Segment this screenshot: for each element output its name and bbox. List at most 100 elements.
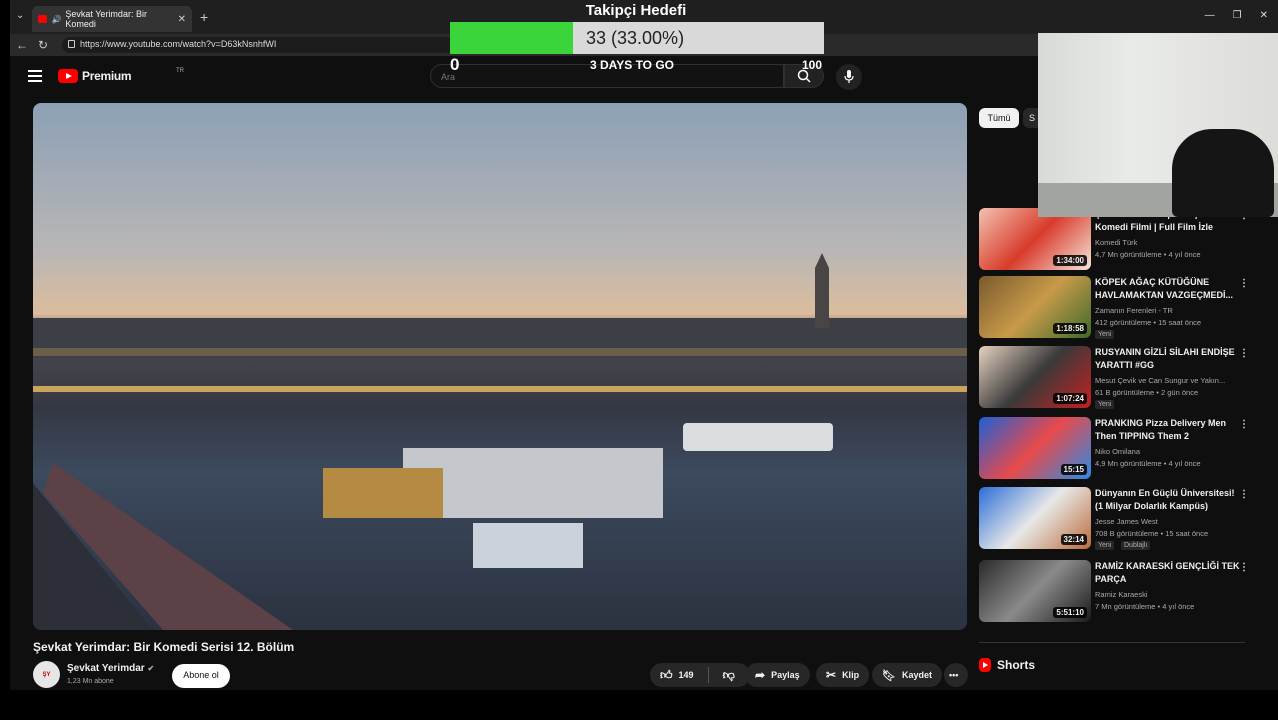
recommendation-title[interactable]: RUSYANIN GİZLİ SİLAHI ENDİŞE YARATTI #GG bbox=[1095, 346, 1243, 372]
video-player[interactable] bbox=[33, 103, 967, 630]
more-vertical-icon[interactable]: ⋮ bbox=[1239, 278, 1249, 289]
browser-tab[interactable]: 🔊 Şevkat Yerimdar: Bir Komedi ✕ bbox=[32, 6, 192, 32]
recommendation-item[interactable]: 1:07:24 RUSYANIN GİZLİ SİLAHI ENDİŞE YAR… bbox=[979, 346, 1249, 410]
more-horizontal-icon: ••• bbox=[949, 670, 959, 680]
like-dislike-group: 👍︎ 149 👎︎ bbox=[650, 663, 750, 687]
lock-icon bbox=[68, 40, 75, 48]
clip-label: Klip bbox=[842, 670, 860, 680]
minimize-icon[interactable]: — bbox=[1205, 10, 1215, 21]
video-thumbnail[interactable]: 1:07:24 bbox=[979, 346, 1091, 408]
shorts-label: Shorts bbox=[997, 658, 1036, 672]
webcam-overlay bbox=[1038, 33, 1278, 217]
shorts-section-header: Shorts bbox=[979, 658, 1035, 672]
duration-badge: 1:07:24 bbox=[1053, 393, 1087, 404]
back-icon[interactable]: ← bbox=[16, 38, 28, 52]
duration-badge: 5:51:10 bbox=[1053, 607, 1087, 618]
recommendation-badge: Yeni bbox=[1095, 400, 1115, 409]
new-tab-icon[interactable]: + bbox=[200, 9, 208, 25]
recommendation-item[interactable]: 32:14 Dünyanın En Güçlü Üniversitesi! (1… bbox=[979, 487, 1249, 551]
recommendation-title[interactable]: KÖPEK AĞAÇ KÜTÜĞÜNE HAVLAMAKTAN VAZGEÇME… bbox=[1095, 276, 1243, 302]
share-button[interactable]: ➦ Paylaş bbox=[745, 663, 810, 687]
recommendation-channel[interactable]: Mesut Çevik ve Can Sungur ve Yakın... bbox=[1095, 375, 1245, 386]
more-actions-button[interactable]: ••• bbox=[944, 663, 968, 687]
close-window-icon[interactable]: ✕ bbox=[1260, 10, 1268, 21]
recommendation-badge: Yeni bbox=[1095, 541, 1115, 550]
thumb-up-icon: 👍︎ bbox=[660, 667, 673, 682]
youtube-favicon-icon bbox=[38, 15, 48, 23]
more-vertical-icon[interactable]: ⋮ bbox=[1239, 489, 1249, 500]
recommendation-channel[interactable]: Jesse James West bbox=[1095, 516, 1245, 527]
recommendation-channel[interactable]: Komedi Türk bbox=[1095, 237, 1245, 248]
thumb-down-icon: 👎︎ bbox=[722, 667, 735, 682]
dislike-button[interactable]: 👎︎ bbox=[715, 668, 735, 683]
tab-title: Şevkat Yerimdar: Bir Komedi bbox=[65, 9, 147, 29]
video-thumbnail[interactable]: 1:34:00 bbox=[979, 208, 1091, 270]
goal-progress-text: 33 (33.00%) bbox=[586, 28, 685, 48]
goal-days-left: 3 DAYS TO GO bbox=[589, 58, 675, 72]
channel-avatar[interactable]: ŞY bbox=[33, 661, 60, 688]
more-vertical-icon[interactable]: ⋮ bbox=[1239, 562, 1249, 573]
video-thumbnail[interactable]: 32:14 bbox=[979, 487, 1091, 549]
youtube-logo[interactable]: Premium TR bbox=[58, 68, 184, 83]
separator bbox=[707, 667, 709, 683]
recommendation-stats: 412 görüntüleme • 15 saat önce bbox=[1095, 318, 1202, 327]
video-thumbnail[interactable]: 15:15 bbox=[979, 417, 1091, 479]
channel-name[interactable]: Şevkat Yerimdar ✔ bbox=[67, 663, 154, 674]
goal-title: Takipçi Hedefi bbox=[585, 2, 687, 19]
recommendation-badge: Yeni bbox=[1095, 330, 1115, 339]
recommendation-title[interactable]: RAMİZ KARAESKİ GENÇLİĞİ TEK PARÇA bbox=[1095, 560, 1243, 586]
recommendation-channel[interactable]: Zamanın Ferenleri - TR bbox=[1095, 305, 1245, 316]
duration-badge: 1:18:58 bbox=[1053, 323, 1087, 334]
recommendation-channel[interactable]: Ramiz Karaeski bbox=[1095, 589, 1245, 600]
video-title: Şevkat Yerimdar: Bir Komedi Serisi 12. B… bbox=[33, 640, 295, 654]
close-tab-icon[interactable]: ✕ bbox=[178, 14, 186, 25]
divider bbox=[979, 642, 1245, 643]
subscribe-button[interactable]: Abone ol bbox=[172, 664, 230, 688]
url-text: https://www.youtube.com/watch?v=D63kNsnh… bbox=[80, 39, 277, 49]
duration-badge: 1:34:00 bbox=[1053, 255, 1087, 266]
recommendation-stats: 4,7 Mn görüntüleme • 4 yıl önce bbox=[1095, 250, 1201, 259]
like-count: 149 bbox=[678, 670, 694, 680]
recommendation-stats: 61 B görüntüleme • 2 gün önce bbox=[1095, 388, 1199, 397]
verified-icon: ✔ bbox=[147, 664, 155, 673]
save-button[interactable]: 🔖︎ Kaydet bbox=[872, 663, 942, 687]
like-button[interactable]: 👍︎ 149 bbox=[650, 668, 694, 683]
subscriber-count: 1,23 Mn abone bbox=[67, 678, 114, 685]
chip-all[interactable]: Tümü bbox=[979, 108, 1019, 128]
reload-icon[interactable]: ↻ bbox=[38, 38, 48, 52]
microphone-icon bbox=[844, 70, 854, 83]
logo-text: Premium bbox=[82, 69, 132, 83]
recommendation-title[interactable]: Dünyanın En Güçlü Üniversitesi! (1 Milya… bbox=[1095, 487, 1243, 513]
shorts-icon bbox=[979, 658, 991, 672]
clip-button[interactable]: ✂ Klip bbox=[816, 663, 870, 687]
video-frame-istanbul bbox=[33, 253, 967, 630]
recommendation-item[interactable]: 1:34:00 Şevkat Yerimdar | 2013 | Yerli K… bbox=[979, 208, 1249, 272]
goal-max: 100 bbox=[802, 58, 823, 72]
video-thumbnail[interactable]: 5:51:10 bbox=[979, 560, 1091, 622]
recommendation-stats: 7 Mn görüntüleme • 4 yıl önce bbox=[1095, 602, 1195, 611]
recommendation-stats: 708 B görüntüleme • 15 saat önce bbox=[1095, 529, 1209, 538]
duration-badge: 32:14 bbox=[1060, 534, 1087, 545]
more-vertical-icon[interactable]: ⋮ bbox=[1239, 348, 1249, 359]
scissors-icon: ✂ bbox=[826, 668, 837, 682]
recommendation-item[interactable]: 5:51:10 RAMİZ KARAESKİ GENÇLİĞİ TEK PARÇ… bbox=[979, 560, 1249, 624]
recommendation-badge: Dublajlı bbox=[1121, 541, 1151, 550]
logo-country: TR bbox=[176, 68, 184, 74]
speaker-icon: 🔊 bbox=[51, 14, 62, 24]
tab-list-icon[interactable]: ⌄ bbox=[16, 10, 24, 21]
hamburger-menu-icon[interactable] bbox=[28, 70, 42, 82]
recommendation-channel[interactable]: Niko Omilana bbox=[1095, 446, 1245, 457]
channel-name-text: Şevkat Yerimdar bbox=[67, 663, 145, 674]
duration-badge: 15:15 bbox=[1060, 464, 1087, 475]
recommendation-title[interactable]: PRANKING Pizza Delivery Men Then TIPPING… bbox=[1095, 417, 1243, 443]
recommendation-item[interactable]: 15:15 PRANKING Pizza Delivery Men Then T… bbox=[979, 417, 1249, 481]
video-thumbnail[interactable]: 1:18:58 bbox=[979, 276, 1091, 338]
voice-search-button[interactable] bbox=[836, 64, 862, 90]
recommendation-item[interactable]: 1:18:58 KÖPEK AĞAÇ KÜTÜĞÜNE HAVLAMAKTAN … bbox=[979, 276, 1249, 340]
recommendation-stats: 4,9 Mn görüntüleme • 4 yıl önce bbox=[1095, 459, 1201, 468]
goal-progress-bar: 33 (33.00%) bbox=[450, 22, 824, 54]
bookmark-icon: 🔖︎ bbox=[882, 669, 896, 682]
more-vertical-icon[interactable]: ⋮ bbox=[1239, 419, 1249, 430]
restore-icon[interactable]: ❐ bbox=[1233, 10, 1242, 21]
share-icon: ➦ bbox=[755, 668, 766, 682]
